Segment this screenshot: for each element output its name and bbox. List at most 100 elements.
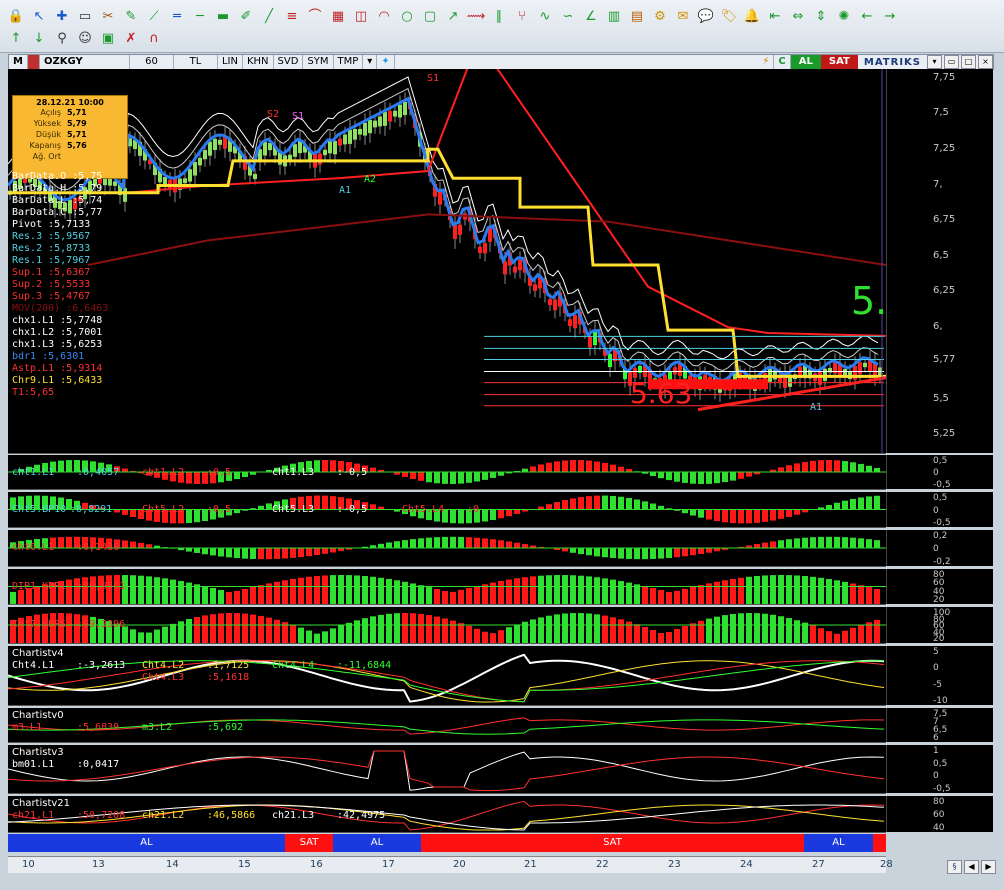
arrow-up-icon[interactable]: ↑ bbox=[6, 28, 26, 48]
angle-icon[interactable]: ∠ bbox=[581, 6, 601, 26]
indicator-panel-cht1[interactable]: cht1.L1:0,4057 cht1.L2:0,5 cht1.L3:-0,5 bbox=[8, 455, 886, 490]
eraser-icon[interactable]: ✗ bbox=[121, 28, 141, 48]
cycle-icon[interactable]: ○ bbox=[397, 6, 417, 26]
sym-button[interactable]: SYM bbox=[303, 55, 334, 69]
user-icon[interactable]: ☺ bbox=[75, 28, 95, 48]
trend-icon[interactable]: ↗ bbox=[443, 6, 463, 26]
hline-icon[interactable]: ▬ bbox=[213, 6, 233, 26]
indicator-canvas-cht6 bbox=[8, 536, 886, 560]
date-tick: 16 bbox=[310, 859, 323, 870]
rectangle-icon[interactable]: ▭ bbox=[75, 6, 95, 26]
regression-icon[interactable]: ⟿ bbox=[466, 6, 486, 26]
indicator-axis-chartistv0[interactable]: 7,5 7 6,5 6 bbox=[886, 708, 993, 743]
indicator-axis-cht6[interactable]: 0,2 0 -0,2 bbox=[886, 530, 993, 567]
wave-icon[interactable]: ∿ bbox=[535, 6, 555, 26]
indicator-axis-chartistv21[interactable]: 80 60 40 bbox=[886, 796, 993, 833]
indicator-axis-dip1[interactable]: 80 60 40 20 bbox=[886, 569, 993, 605]
arrow-right-icon[interactable]: → bbox=[880, 6, 900, 26]
svd-button[interactable]: SVD bbox=[274, 55, 304, 69]
lock-icon[interactable]: 🔒 bbox=[6, 6, 26, 26]
parallel-icon[interactable]: ∥ bbox=[489, 6, 509, 26]
indicator-axis-chartistv4[interactable]: 5 0 -5 -10 bbox=[886, 646, 993, 706]
indicator-canvas-chartistv0 bbox=[7, 717, 885, 735]
link-icon[interactable]: § bbox=[947, 860, 962, 874]
scale-lin-button[interactable]: LIN bbox=[218, 55, 243, 69]
price-chart-panel[interactable]: 28.12.21 10:00 Açılış 5,71 Yüksek 5,79 Düşük… bbox=[6, 38, 936, 454]
close-icon[interactable]: × bbox=[978, 55, 993, 69]
expand-vertical-icon[interactable]: ⇕ bbox=[811, 6, 831, 26]
signal-segment: AL bbox=[8, 834, 285, 852]
bell-icon[interactable]: 🔔 bbox=[742, 6, 762, 26]
arrow-left-icon[interactable]: ← bbox=[857, 6, 877, 26]
stripe-icon[interactable]: ▤ bbox=[627, 6, 647, 26]
period-field[interactable]: 60 bbox=[130, 55, 174, 69]
price-chart-canvas[interactable] bbox=[6, 38, 929, 453]
indicator-axis-cht7[interactable]: 100 80 60 40 20 bbox=[886, 607, 993, 644]
restore-icon[interactable]: ▭ bbox=[944, 55, 959, 69]
indicator-panel-chartistv21[interactable]: Chartistv21 ch21.L1:50,7208 ch21.L2:46,586… bbox=[7, 796, 886, 833]
indicator-panel-chartistv3[interactable]: Chartistv3 bm01.L1:0,0417 bbox=[7, 745, 886, 794]
gear-icon[interactable]: ⚙ bbox=[650, 6, 670, 26]
price-tick: 6, bbox=[933, 321, 943, 332]
equals-icon[interactable]: ═ bbox=[167, 6, 187, 26]
lightning-icon[interactable]: ⚡ bbox=[758, 55, 775, 69]
buy-button[interactable]: AL bbox=[790, 55, 821, 69]
indicator-panel-cht6[interactable]: cht6.L1:0,1436 bbox=[8, 530, 886, 567]
gann-icon[interactable]: ◫ bbox=[351, 6, 371, 26]
fib-icon[interactable]: ≡ bbox=[282, 6, 302, 26]
picture-icon[interactable]: ▣ bbox=[98, 28, 118, 48]
indicator-panel-dip1[interactable]: DIP1.KPR1:89,9591 bbox=[8, 569, 886, 605]
indicator-axis-chartistv3[interactable]: 1 0,5 0 -0,5 bbox=[886, 745, 993, 794]
currency-field[interactable]: TL bbox=[174, 55, 218, 69]
arrow-down-icon[interactable]: ↓ bbox=[29, 28, 49, 48]
sell-button[interactable]: SAT bbox=[820, 55, 858, 69]
arc-icon[interactable]: ◠ bbox=[374, 6, 394, 26]
scroll-right-icon[interactable]: ▶ bbox=[981, 860, 996, 874]
diagonal-icon[interactable]: ╱ bbox=[259, 6, 279, 26]
label-icon[interactable]: 🏷 bbox=[719, 6, 739, 26]
minus-icon[interactable]: ─ bbox=[190, 6, 210, 26]
maximize-icon[interactable]: □ bbox=[961, 55, 976, 69]
chat-icon[interactable]: 💬 bbox=[696, 6, 716, 26]
indicator-label: Cht5.L4 bbox=[402, 504, 445, 515]
tmp-button[interactable]: TMP bbox=[334, 55, 364, 69]
fan-icon[interactable]: ⌒ bbox=[305, 6, 325, 26]
bar-info-row: Kapanış 5,76 bbox=[13, 140, 127, 151]
signal-segment bbox=[873, 834, 886, 852]
dropdown-icon[interactable]: ▾ bbox=[363, 55, 378, 69]
expand-horizontal-icon[interactable]: ⇔ bbox=[788, 6, 808, 26]
box-icon[interactable]: ▢ bbox=[420, 6, 440, 26]
indicator-panel-chartistv0[interactable]: Chartistv0 m3.L1:5,6839 m3.L2:5,692 bbox=[7, 708, 886, 743]
c-button[interactable]: C bbox=[774, 55, 791, 69]
twitter-icon[interactable]: ✦ bbox=[377, 55, 395, 69]
price-axis[interactable]: 7,75 7,5 7,25 7, 6,75 6,5 6,25 6, 5,77 5,5 5,25 bbox=[886, 69, 993, 453]
magnet-icon[interactable]: ∩ bbox=[144, 28, 164, 48]
minimize-icon[interactable]: ▾ bbox=[927, 55, 942, 69]
shrink-icon[interactable]: ⇤ bbox=[765, 6, 785, 26]
tools-icon[interactable]: ✂ bbox=[98, 6, 118, 26]
indicator-axis-cht1[interactable]: 0,5 0 -0,5 bbox=[886, 455, 993, 490]
fork-icon[interactable]: ⑂ bbox=[512, 6, 532, 26]
bars-icon[interactable]: ▥ bbox=[604, 6, 624, 26]
user-search-icon[interactable]: ⚲ bbox=[52, 28, 72, 48]
menu-m-icon[interactable]: M bbox=[9, 55, 28, 69]
indicator-axis-cht5[interactable]: 0,5 0 -0,5 bbox=[886, 492, 993, 528]
scroll-left-icon[interactable]: ◀ bbox=[964, 860, 979, 874]
sun-icon[interactable]: ✺ bbox=[834, 6, 854, 26]
indicator-panel-cht7[interactable]: Cht7.KPRS:69,3396 bbox=[8, 607, 886, 644]
elliott-icon[interactable]: ∽ bbox=[558, 6, 578, 26]
brush-icon[interactable]: ✐ bbox=[236, 6, 256, 26]
ruler-icon[interactable]: ⟋ bbox=[144, 6, 164, 26]
indicator-label: :89,9591 bbox=[77, 581, 126, 592]
indicator-panel-chartistv4[interactable]: Chartistv4 Cht4.L1:-3,2613 Cht4.L2:1,7125 C… bbox=[7, 646, 886, 706]
note-icon[interactable]: ✉ bbox=[673, 6, 693, 26]
crosshair-icon[interactable]: ✚ bbox=[52, 6, 72, 26]
cursor-arrow-icon[interactable]: ↖ bbox=[29, 6, 49, 26]
channel-icon[interactable]: ▦ bbox=[328, 6, 348, 26]
khn-button[interactable]: KHN bbox=[243, 55, 274, 69]
indicator-tick: -0,5 bbox=[933, 480, 951, 490]
price-tick: 7, bbox=[933, 179, 943, 190]
pencil-icon[interactable]: ✎ bbox=[121, 6, 141, 26]
indicator-panel-cht5[interactable]: Cht5.BP10:0,8291 Cht5.L2:0,5 Cht5.L3:-0,5 C… bbox=[8, 492, 886, 528]
symbol-field[interactable]: OZKGY bbox=[40, 55, 130, 69]
